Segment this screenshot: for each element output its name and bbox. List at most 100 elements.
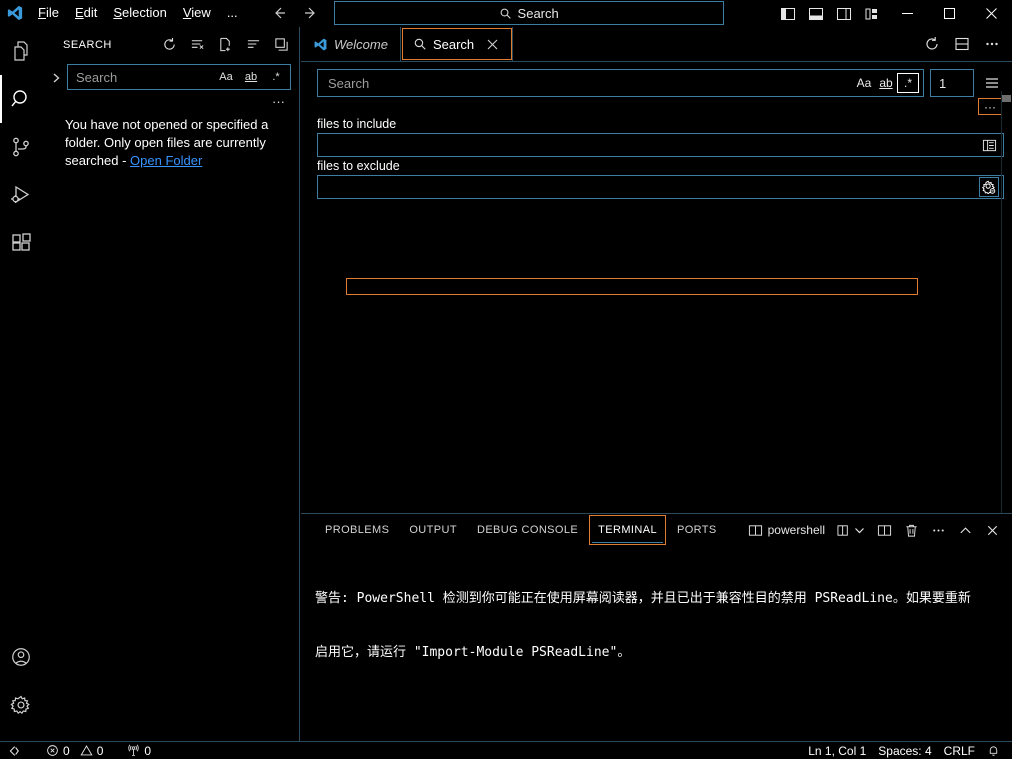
files-to-include-label: files to include: [301, 115, 1012, 133]
menu-selection[interactable]: Selection: [105, 2, 174, 24]
clear-all-icon[interactable]: [187, 35, 207, 55]
terminal-output[interactable]: 警告: PowerShell 检测到你可能正在使用屏幕阅读器，并且已出于兼容性目…: [301, 546, 1012, 741]
menu-view[interactable]: View: [175, 2, 219, 24]
tab-debug-console[interactable]: DEBUG CONSOLE: [467, 514, 588, 546]
manage-settings-button[interactable]: [0, 681, 42, 729]
refresh-icon[interactable]: [159, 35, 179, 55]
sidebar-item-source-control[interactable]: [0, 123, 42, 171]
editor-eol[interactable]: CRLF: [938, 742, 981, 759]
terminal-profile-label: powershell: [768, 523, 825, 537]
split-terminal-icon[interactable]: [873, 517, 896, 543]
search-result-focus-row[interactable]: [346, 278, 918, 295]
trash-icon[interactable]: [900, 517, 923, 543]
new-search-editor-icon[interactable]: [215, 35, 235, 55]
use-regex-icon[interactable]: .*: [897, 73, 919, 93]
menu-edit[interactable]: Edit: [67, 2, 105, 24]
context-lines-value: 1: [939, 76, 946, 91]
search-details-toggle[interactable]: ···: [43, 92, 299, 110]
window-minimize-button[interactable]: [886, 0, 928, 27]
bell-icon: [987, 744, 1000, 757]
open-folder-link[interactable]: Open Folder: [130, 153, 202, 168]
menu-file[interactable]: File: [30, 2, 67, 24]
window-close-button[interactable]: [970, 0, 1012, 27]
files-to-include-row: [301, 133, 1012, 157]
search-input[interactable]: Search Aa ab .*: [67, 64, 291, 90]
status-bar: 0 0 0: [0, 741, 1012, 759]
panel-actions: powershell: [744, 517, 1012, 543]
scrollbar-thumb[interactable]: [1002, 95, 1011, 102]
chevron-up-icon[interactable]: [954, 517, 977, 543]
ellipsis-icon[interactable]: [978, 30, 1006, 58]
files-to-exclude-row: [301, 175, 1012, 199]
files-to-exclude-label: files to exclude: [301, 157, 1012, 175]
refresh-icon[interactable]: [918, 30, 946, 58]
arrow-left-icon[interactable]: [270, 4, 288, 22]
toggle-primary-sidebar-icon[interactable]: [774, 0, 802, 27]
search-editor-more-button[interactable]: ···: [978, 98, 1002, 115]
match-whole-word-icon[interactable]: ab: [875, 73, 897, 93]
tab-output[interactable]: OUTPUT: [399, 514, 467, 546]
use-exclude-settings-icon[interactable]: [979, 177, 999, 197]
source-control-icon: [9, 135, 33, 159]
menu-bar: File Edit Selection View ...: [30, 0, 246, 27]
vscode-logo-icon: [313, 37, 328, 52]
split-horizontal-icon[interactable]: [948, 30, 976, 58]
editor-indentation[interactable]: Spaces: 4: [872, 742, 937, 759]
match-case-icon[interactable]: Aa: [853, 73, 875, 93]
collapse-all-icon[interactable]: [271, 35, 291, 55]
arrow-right-icon[interactable]: [302, 4, 320, 22]
editor-group: Welcome Search: [301, 27, 1012, 741]
editor-tab-bar: Welcome Search: [301, 27, 1012, 62]
remote-indicator[interactable]: [0, 742, 26, 759]
sidebar-header: SEARCH: [43, 27, 299, 62]
launch-profile-dropdown[interactable]: [833, 517, 869, 543]
accounts-button[interactable]: [0, 633, 42, 681]
window-maximize-button[interactable]: [928, 0, 970, 27]
editor-vertical-scrollbar[interactable]: [1001, 91, 1011, 513]
close-icon[interactable]: [981, 517, 1004, 543]
sidebar-title: SEARCH: [63, 39, 159, 51]
title-bar-right: [774, 0, 1012, 27]
match-whole-word-icon[interactable]: ab: [241, 67, 261, 87]
list-flat-icon[interactable]: [243, 35, 263, 55]
panel-tab-bar: PROBLEMS OUTPUT DEBUG CONSOLE TERMINAL P…: [301, 514, 1012, 546]
editor-position[interactable]: Ln 1, Col 1: [802, 742, 872, 759]
command-center-label: Search: [518, 6, 559, 21]
sidebar-item-explorer[interactable]: [0, 27, 42, 75]
tab-ports[interactable]: PORTS: [667, 514, 727, 546]
sidebar-item-extensions[interactable]: [0, 219, 42, 267]
notifications-bell[interactable]: [981, 742, 1006, 759]
search-query-input[interactable]: Search Aa ab .*: [317, 69, 924, 97]
use-open-editors-icon[interactable]: [979, 135, 999, 155]
terminal-split-icon: [748, 523, 763, 538]
ellipsis-icon[interactable]: [927, 517, 950, 543]
sidebar-item-run-and-debug[interactable]: [0, 171, 42, 219]
primary-sidebar: SEARCH: [43, 27, 300, 741]
activity-bar: [0, 27, 42, 741]
status-problems[interactable]: 0 0: [40, 742, 109, 759]
remote-icon: [6, 744, 20, 758]
context-lines-input[interactable]: 1: [930, 69, 974, 97]
tab-welcome[interactable]: Welcome: [301, 27, 401, 61]
files-to-exclude-input[interactable]: [317, 175, 1004, 199]
status-bar-left: 0 0 0: [0, 742, 157, 759]
terminal-profile-button[interactable]: powershell: [744, 517, 829, 543]
customize-layout-icon[interactable]: [858, 0, 886, 27]
chevron-right-icon[interactable]: [45, 64, 67, 92]
search-results-area[interactable]: [301, 219, 1012, 513]
sidebar-item-search[interactable]: [0, 75, 42, 123]
use-regex-icon[interactable]: .*: [266, 67, 286, 87]
tab-search-editor[interactable]: Search: [401, 27, 513, 61]
search-icon: [499, 7, 512, 20]
menu-more[interactable]: ...: [219, 2, 246, 24]
close-icon[interactable]: [484, 36, 500, 52]
command-center-search[interactable]: Search: [334, 1, 724, 25]
toggle-secondary-sidebar-icon[interactable]: [830, 0, 858, 27]
status-ports[interactable]: 0: [121, 742, 157, 759]
tab-problems[interactable]: PROBLEMS: [315, 514, 399, 546]
search-editor-body: Search Aa ab .* 1 ··· files to include: [301, 63, 1012, 513]
tab-terminal[interactable]: TERMINAL: [588, 514, 667, 546]
match-case-icon[interactable]: Aa: [216, 67, 236, 87]
toggle-panel-icon[interactable]: [802, 0, 830, 27]
files-to-include-input[interactable]: [317, 133, 1004, 157]
